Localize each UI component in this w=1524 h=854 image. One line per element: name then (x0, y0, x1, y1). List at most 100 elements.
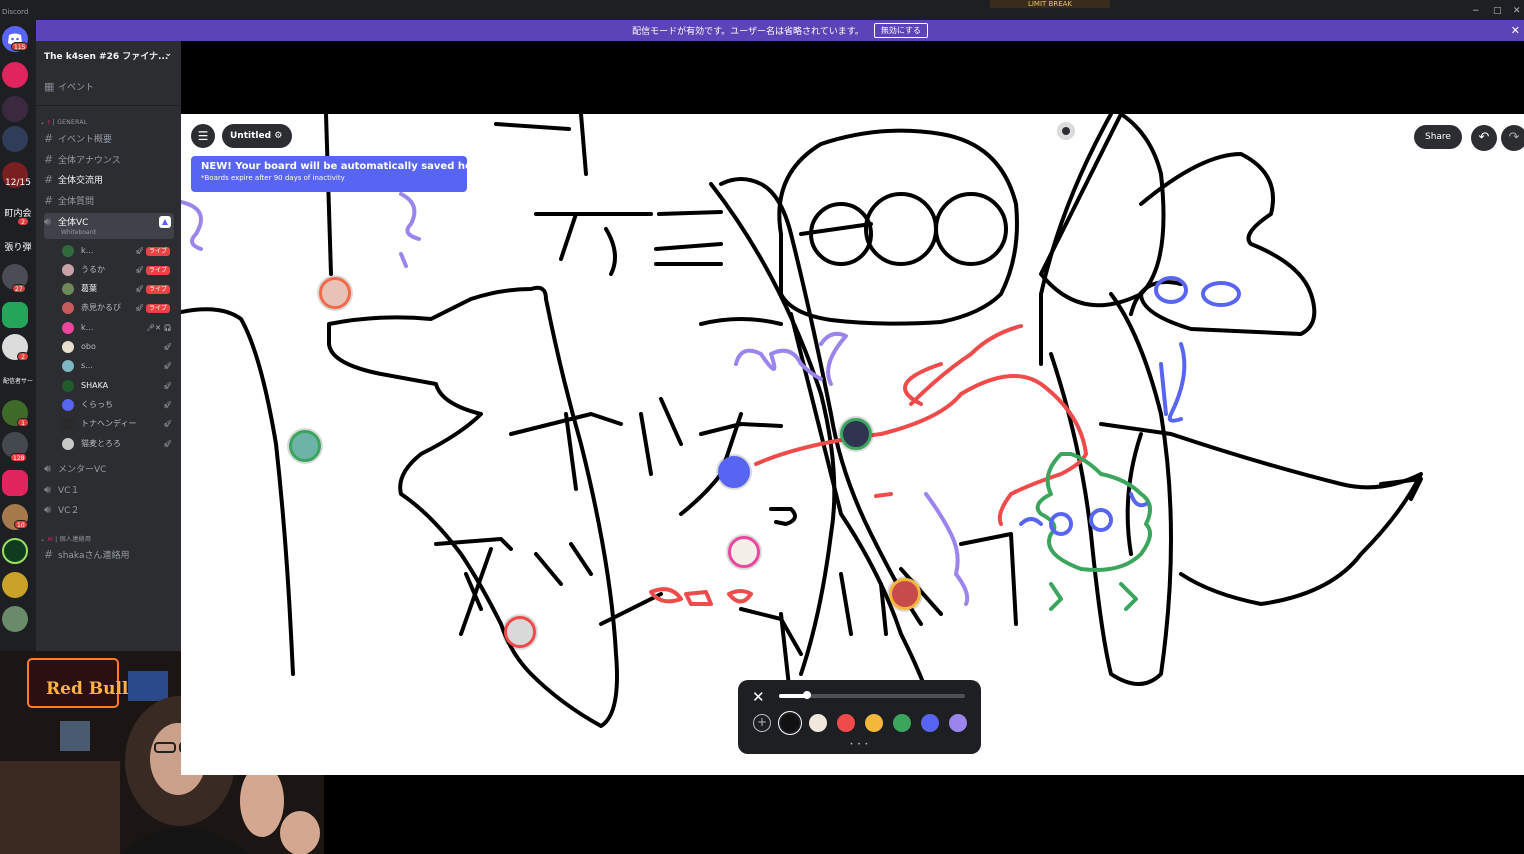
voice-user[interactable]: SHAKA 🚀︎ (62, 377, 174, 395)
mention-badge: 10 (14, 520, 28, 529)
minimize-icon[interactable]: − (1472, 6, 1480, 16)
board-title: Untitled (230, 131, 272, 141)
share-button[interactable]: Share (1414, 125, 1462, 149)
stream-icon: 🚀︎ (135, 247, 144, 255)
voice-user[interactable]: うるか 🚀︎ ライブ (62, 261, 174, 279)
undo-icon[interactable]: ↶ (1471, 125, 1497, 151)
brush-size-knob[interactable] (802, 691, 811, 699)
stream-icon: 🚀︎ (163, 382, 172, 390)
voice-user[interactable]: 葛葉 🚀︎ ライブ (62, 280, 174, 298)
avatar (62, 380, 74, 392)
voice-user[interactable]: 猫麦とろろ 🚀︎ (62, 435, 174, 453)
avatar (62, 399, 74, 411)
server-icon-2[interactable] (2, 96, 28, 122)
voice-user[interactable]: k... 🚀︎ ライブ (62, 242, 174, 260)
color-swatch[interactable] (781, 714, 799, 732)
drawing-toolbar: ✕ + • • • (738, 680, 981, 754)
user-name: k... (81, 323, 94, 332)
user-name: 葛葉 (81, 284, 97, 293)
user-name: obo (81, 342, 96, 351)
server-label-date[interactable]: 12/15 (0, 178, 36, 188)
avatar (62, 322, 74, 334)
activity-icon[interactable]: ▲ (159, 216, 171, 228)
category-general-label: GENERAL (57, 119, 88, 126)
color-swatch[interactable] (949, 714, 967, 732)
live-badge: ライブ (145, 266, 170, 275)
stream-icon: 🚀︎ (163, 362, 172, 370)
live-badge: ライブ (145, 285, 170, 294)
redbull-sign: Red Bull (46, 679, 129, 699)
channel-event-overview[interactable]: # イベント概要 (44, 130, 174, 148)
maximize-icon[interactable]: □ (1493, 6, 1502, 16)
avatar (62, 283, 74, 295)
server-icon-3[interactable] (2, 126, 28, 152)
voice-user[interactable]: obo 🚀︎ (62, 338, 174, 356)
speaker-icon: 🔊︎ (44, 215, 51, 228)
color-swatch[interactable] (921, 714, 939, 732)
color-swatch[interactable] (893, 714, 911, 732)
mention-badge: 128 (10, 453, 28, 462)
channel-general-chat[interactable]: # 全体交流用 (44, 171, 174, 189)
app-name: Discord (2, 8, 29, 16)
channel-announcements[interactable]: # 全体アナウンス (44, 151, 174, 169)
close-window-icon[interactable]: ✕ (1513, 6, 1521, 16)
channel-name: イベント概要 (58, 135, 113, 145)
voice-user[interactable]: s... 🚀︎ (62, 357, 174, 375)
channel-shaka-contact[interactable]: # shakaさん連絡用 (44, 546, 174, 564)
server-icon-1[interactable] (2, 62, 28, 88)
autosave-tooltip: NEW! Your board will be automatically sa… (191, 156, 483, 192)
disable-streamer-mode-button[interactable]: 無効にする (873, 23, 928, 38)
game-banner: LIMIT BREAK (990, 0, 1110, 8)
hash-icon: # (44, 153, 54, 166)
server-header[interactable]: The k4sen #26 ファイナ... ⌄ (44, 49, 174, 62)
participant-cursor (319, 277, 351, 309)
server-icon-11[interactable] (2, 606, 28, 632)
user-name: SHAKA (81, 381, 109, 390)
hash-icon: # (44, 132, 54, 145)
voice-channel-vc2[interactable]: 🔊︎ VC２ (44, 501, 174, 519)
divider (36, 105, 181, 106)
mention-badge: 1 (17, 418, 29, 427)
chevron-down-icon: ⌄ (164, 49, 172, 59)
brush-size-slider[interactable] (779, 691, 965, 699)
color-swatch[interactable] (809, 714, 827, 732)
events-link[interactable]: ▦ イベント (44, 78, 174, 96)
whiteboard-canvas[interactable]: ☰ Untitled ⚙ NEW! Your board will be aut… (181, 114, 1524, 775)
hamburger-menu-icon[interactable]: ☰ (191, 124, 215, 148)
channel-questions[interactable]: # 全体質問 (44, 192, 174, 210)
category-personal-label: 個人連絡用 (59, 536, 92, 543)
color-swatch[interactable] (865, 714, 883, 732)
voice-channel-mentor[interactable]: 🔊︎ メンターVC (44, 460, 174, 478)
close-banner-icon[interactable]: ✕ (1511, 24, 1520, 37)
server-rail: 115 12/15 町内会 2 張り弾 27 2 配信者サー 1 128 10 (0, 20, 36, 660)
server-icon-shaka[interactable] (2, 538, 28, 564)
voice-user[interactable]: 赤見かるび 🚀︎ ライブ (62, 299, 174, 317)
voice-user[interactable]: くらっち 🚀︎ (62, 396, 174, 414)
voice-user[interactable]: トナヘンディー 🚀︎ (62, 415, 174, 433)
server-folder-icon[interactable] (2, 302, 28, 328)
channel-name: shakaさん連絡用 (58, 551, 130, 561)
participant-cursor (728, 536, 760, 568)
category-general[interactable]: ⌄ ⫯ | GENERAL (40, 119, 87, 127)
user-name: s... (81, 361, 93, 370)
server-label-streamers[interactable]: 配信者サー (0, 376, 36, 385)
live-badge: ライブ (145, 304, 170, 313)
avatar (62, 438, 74, 450)
redo-icon[interactable]: ↷ (1501, 125, 1524, 151)
participant-cursor (1059, 124, 1073, 138)
unread-badge: 115 (11, 42, 29, 51)
board-title-button[interactable]: Untitled ⚙ (222, 124, 293, 148)
server-label-bets[interactable]: 張り弾 (0, 240, 36, 253)
category-personal[interactable]: ⌄ ✉ | 個人連絡用 (40, 534, 91, 543)
avatar (62, 360, 74, 372)
voice-channel-name: VC１ (58, 486, 80, 496)
streamer-mode-message: 配信モードが有効です。ユーザー名は省略されています。 (632, 27, 864, 37)
color-swatch[interactable] (837, 714, 855, 732)
voice-user[interactable]: k... 🎤︎✕ 🎧︎ (62, 319, 174, 337)
close-icon[interactable]: ✕ (752, 688, 765, 706)
avatar (62, 341, 74, 353)
server-folder-icon-2[interactable] (2, 470, 28, 496)
add-color-icon[interactable]: + (753, 714, 771, 732)
server-icon-10[interactable] (2, 572, 28, 598)
voice-channel-vc1[interactable]: 🔊︎ VC１ (44, 481, 174, 499)
